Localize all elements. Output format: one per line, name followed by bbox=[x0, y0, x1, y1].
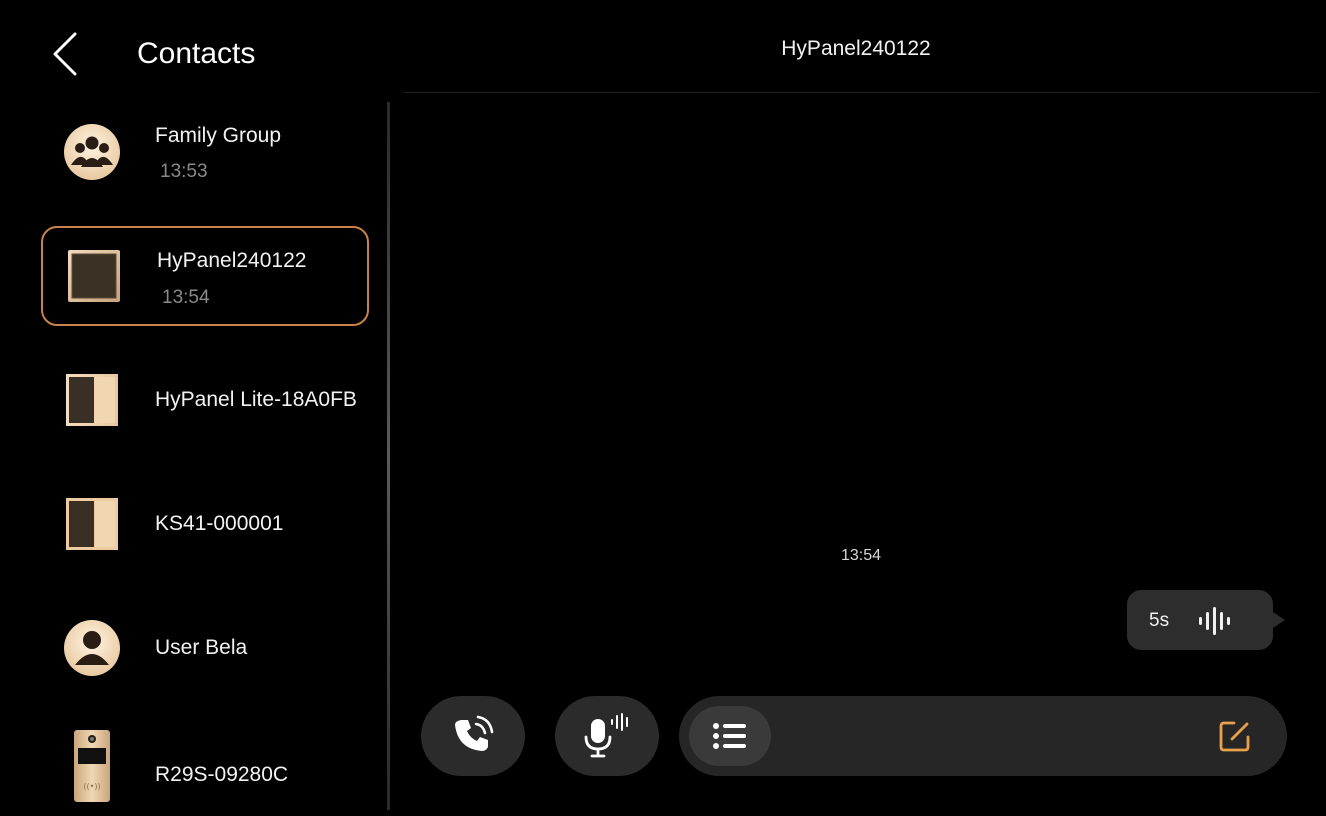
contact-time: 13:54 bbox=[162, 287, 210, 308]
edit-button[interactable] bbox=[1217, 718, 1253, 754]
contact-name: HyPanel240122 bbox=[157, 249, 307, 272]
quick-list-button[interactable] bbox=[689, 706, 771, 766]
contact-item-r29s[interactable]: ((•)) R29S-09280C bbox=[41, 722, 369, 810]
message-input-bar[interactable] bbox=[679, 696, 1287, 776]
contact-list[interactable]: Family Group 13:53 HyPanel240122 13:54 H… bbox=[3, 102, 388, 810]
contact-name: R29S-09280C bbox=[155, 763, 289, 786]
call-button[interactable] bbox=[421, 696, 525, 776]
svg-text:((•)): ((•)) bbox=[83, 782, 100, 791]
message-timestamp: 13:54 bbox=[840, 547, 882, 564]
contact-item-ks41[interactable]: KS41-000001 bbox=[41, 474, 369, 574]
column-divider bbox=[387, 102, 390, 810]
edit-icon bbox=[1219, 721, 1250, 752]
voice-duration: 5s bbox=[1149, 610, 1170, 631]
voice-record-button[interactable] bbox=[555, 696, 659, 776]
back-button[interactable] bbox=[47, 30, 83, 78]
contact-item-hypanel240122[interactable]: HyPanel240122 13:54 bbox=[41, 226, 369, 326]
list-icon bbox=[713, 723, 746, 749]
page-title: Contacts bbox=[137, 37, 256, 70]
contact-name: Family Group bbox=[155, 124, 282, 147]
doorbell-device-icon: ((•)) bbox=[63, 729, 121, 803]
contacts-header: Contacts bbox=[3, 6, 388, 96]
voice-message-bubble[interactable]: 5s bbox=[1127, 590, 1285, 650]
phone-call-icon bbox=[455, 715, 494, 751]
chevron-left-icon bbox=[53, 32, 77, 76]
chat-header-divider bbox=[403, 92, 1319, 93]
chat-title: HyPanel240122 bbox=[781, 37, 931, 60]
contact-time: 13:53 bbox=[160, 161, 208, 182]
contact-item-user-bela[interactable]: User Bela bbox=[41, 598, 369, 698]
group-icon bbox=[63, 123, 121, 181]
user-icon bbox=[63, 619, 121, 677]
app-window: Contacts Family Group 13:53 HyPanel24012… bbox=[3, 6, 1319, 810]
contact-name: KS41-000001 bbox=[155, 512, 284, 535]
panel-device-icon bbox=[63, 495, 121, 553]
panel-device-icon bbox=[63, 371, 121, 429]
contact-item-hypanel-lite[interactable]: HyPanel Lite-18A0FB bbox=[41, 350, 369, 450]
contact-name: User Bela bbox=[155, 636, 248, 659]
microphone-icon bbox=[584, 713, 628, 758]
voice-wave-icon bbox=[1199, 607, 1230, 635]
contact-item-family-group[interactable]: Family Group 13:53 bbox=[41, 102, 369, 202]
contact-name: HyPanel Lite-18A0FB bbox=[155, 388, 357, 411]
panel-device-icon bbox=[65, 247, 123, 305]
